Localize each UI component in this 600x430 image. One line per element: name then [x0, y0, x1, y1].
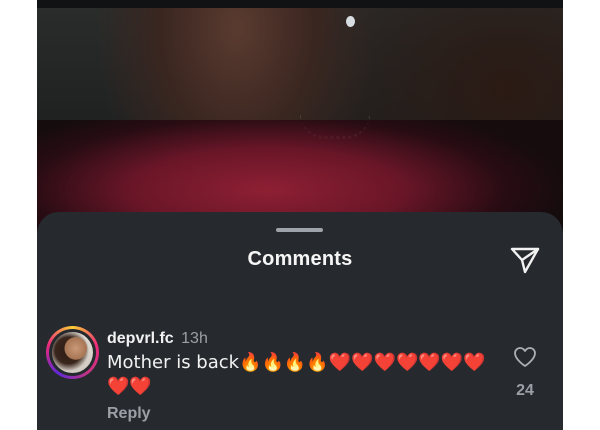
like-button[interactable]	[513, 346, 537, 368]
earring-detail	[346, 16, 355, 27]
like-count: 24	[516, 382, 534, 399]
avatar[interactable]	[46, 326, 99, 379]
share-button[interactable]	[509, 245, 541, 275]
comment-text: Mother is back🔥🔥🔥🔥❤️❤️❤️❤️❤️❤️❤️❤️❤️	[107, 352, 486, 397]
comment-item: depvrl.fc 13h Mother is back🔥🔥🔥🔥❤️❤️❤️❤️…	[37, 324, 563, 430]
drag-handle[interactable]	[276, 228, 323, 232]
comment-meta: depvrl.fc 13h	[107, 329, 208, 349]
reply-button[interactable]: Reply	[107, 405, 151, 423]
sheet-title: Comments	[247, 248, 353, 270]
app-screen: Comments depvrl.fc 13h Mother is back🔥🔥🔥…	[37, 0, 563, 430]
comment-time: 13h	[181, 330, 208, 347]
comment-username[interactable]: depvrl.fc	[107, 330, 174, 347]
avatar-image	[52, 332, 93, 373]
heart-outline-icon	[514, 347, 536, 367]
paper-plane-icon	[510, 247, 540, 274]
top-bar	[37, 0, 563, 8]
comments-sheet: Comments depvrl.fc 13h Mother is back🔥🔥🔥…	[37, 212, 563, 430]
